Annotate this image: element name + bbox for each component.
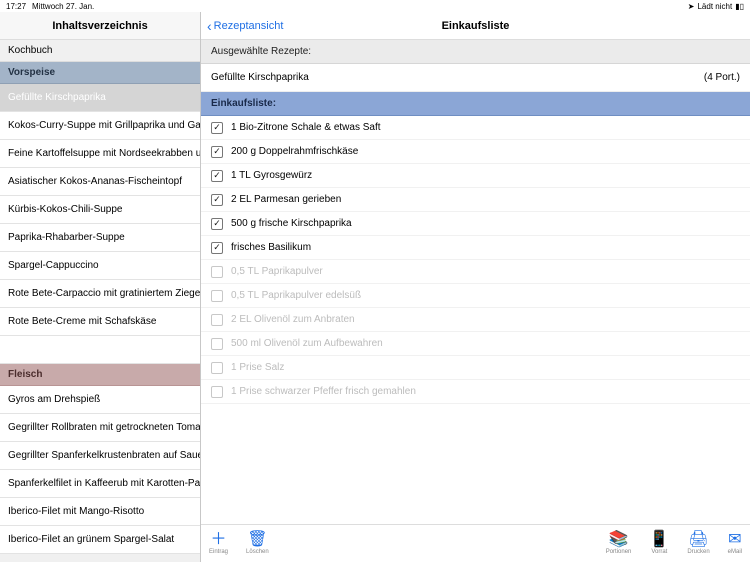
- toolbar-label: eMail: [728, 549, 742, 555]
- recipe-item[interactable]: Iberico-Filet mit Mango-Risotto: [0, 498, 200, 526]
- ingredient-row[interactable]: ✓ 1 TL Gyrosgewürz: [201, 164, 750, 188]
- ingredient-text: 500 ml Olivenöl zum Aufbewahren: [231, 338, 383, 349]
- recipe-item[interactable]: Asiatischer Kokos-Ananas-Fischeintopf: [0, 168, 200, 196]
- toolbar-label: Drucken: [687, 549, 709, 555]
- ingredient-text: 2 EL Parmesan gerieben: [231, 194, 341, 205]
- recipe-item[interactable]: Rote Bete-Carpaccio mit gratiniertem Zie…: [0, 280, 200, 308]
- plus-icon: ＋: [211, 532, 227, 548]
- printer-icon: 🖨: [688, 532, 708, 548]
- ingredient-text: frisches Basilikum: [231, 242, 311, 253]
- toolbar-label: Eintrag: [209, 549, 228, 555]
- sidebar-list: VorspeiseGefüllte KirschpaprikaKokos-Cur…: [0, 62, 200, 554]
- ingredient-text: 1 Bio-Zitrone Schale & etwas Saft: [231, 122, 381, 133]
- category-header-vorspeise[interactable]: Vorspeise: [0, 62, 200, 84]
- sidebar: Inhaltsverzeichnis Kochbuch VorspeiseGef…: [0, 12, 201, 562]
- checkbox[interactable]: [211, 266, 223, 278]
- ingredient-row[interactable]: ✓ 2 EL Parmesan gerieben: [201, 188, 750, 212]
- recipe-item[interactable]: Iberico-Filet an grünem Spargel-Salat: [0, 526, 200, 554]
- sidebar-subtitle: Kochbuch: [0, 40, 200, 62]
- back-label: Rezeptansicht: [214, 20, 284, 32]
- recipe-item[interactable]: Spargel-Cappuccino: [0, 252, 200, 280]
- phone-icon: 📱: [649, 532, 669, 548]
- shopping-list-header: Einkaufsliste:: [201, 92, 750, 116]
- toolbar: ＋Eintrag 🗑Löschen 📚Portionen 📱Vorrat 🖨Druck…: [201, 524, 750, 562]
- checkbox[interactable]: ✓: [211, 218, 223, 230]
- ingredient-text: 1 Prise schwarzer Pfeffer frisch gemahle…: [231, 386, 416, 397]
- ingredient-row[interactable]: 1 Prise Salz: [201, 356, 750, 380]
- chevron-left-icon: ‹: [207, 19, 212, 33]
- ingredient-list: ✓ 1 Bio-Zitrone Schale & etwas Saft ✓ 200 g…: [201, 116, 750, 524]
- email-button[interactable]: ✉eMail: [728, 532, 742, 555]
- recipe-item[interactable]: Spanferkelfilet in Kaffeerub mit Karotte…: [0, 470, 200, 498]
- spacer: [0, 336, 200, 364]
- selected-recipe-row[interactable]: Gefüllte Kirschpaprika (4 Port.): [201, 64, 750, 92]
- add-entry-button[interactable]: ＋Eintrag: [209, 532, 228, 555]
- ingredient-row[interactable]: 0,5 TL Paprikapulver: [201, 260, 750, 284]
- toolbar-label: Löschen: [246, 549, 269, 555]
- status-date: Mittwoch 27. Jan.: [32, 2, 94, 11]
- checkbox[interactable]: ✓: [211, 146, 223, 158]
- toolbar-label: Vorrat: [651, 549, 667, 555]
- main-panel: ‹ Rezeptansicht Einkaufsliste Ausgewählt…: [201, 12, 750, 562]
- checkbox[interactable]: ✓: [211, 194, 223, 206]
- status-loading: Lädt nicht: [697, 2, 732, 11]
- selected-recipes-header: Ausgewählte Rezepte:: [201, 40, 750, 64]
- battery-icon: ▮▯: [735, 2, 744, 11]
- checkbox[interactable]: [211, 314, 223, 326]
- supply-button[interactable]: 📱Vorrat: [649, 532, 669, 555]
- toolbar-label: Portionen: [606, 549, 632, 555]
- main-header: ‹ Rezeptansicht Einkaufsliste: [201, 12, 750, 40]
- ingredient-row[interactable]: 0,5 TL Paprikapulver edelsüß: [201, 284, 750, 308]
- recipe-item[interactable]: Gegrillter Spanferkelkrustenbraten auf S…: [0, 442, 200, 470]
- recipe-item[interactable]: Gyros am Drehspieß: [0, 386, 200, 414]
- checkbox[interactable]: ✓: [211, 170, 223, 182]
- selected-recipe-name: Gefüllte Kirschpaprika: [211, 72, 309, 83]
- ingredient-row[interactable]: 2 EL Olivenöl zum Anbraten: [201, 308, 750, 332]
- delete-button[interactable]: 🗑Löschen: [246, 532, 269, 555]
- portions-button[interactable]: 📚Portionen: [606, 532, 632, 555]
- checkbox[interactable]: [211, 290, 223, 302]
- ingredient-text: 2 EL Olivenöl zum Anbraten: [231, 314, 355, 325]
- checkbox[interactable]: [211, 362, 223, 374]
- checkbox[interactable]: [211, 386, 223, 398]
- checkbox[interactable]: ✓: [211, 242, 223, 254]
- ingredient-text: 1 TL Gyrosgewürz: [231, 170, 312, 181]
- ingredient-text: 0,5 TL Paprikapulver: [231, 266, 323, 277]
- category-header-fleisch[interactable]: Fleisch: [0, 364, 200, 386]
- sidebar-title: Inhaltsverzeichnis: [0, 12, 200, 40]
- status-bar: 17:27 Mittwoch 27. Jan. ➤ Lädt nicht ▮▯: [0, 0, 750, 12]
- status-time: 17:27: [6, 2, 26, 11]
- recipe-item[interactable]: Paprika-Rhabarber-Suppe: [0, 224, 200, 252]
- back-button[interactable]: ‹ Rezeptansicht: [201, 19, 289, 33]
- ingredient-row[interactable]: 500 ml Olivenöl zum Aufbewahren: [201, 332, 750, 356]
- ingredient-row[interactable]: 1 Prise schwarzer Pfeffer frisch gemahle…: [201, 380, 750, 404]
- recipe-item[interactable]: Gegrillter Rollbraten mit getrockneten T…: [0, 414, 200, 442]
- ingredient-row[interactable]: ✓ frisches Basilikum: [201, 236, 750, 260]
- recipe-item[interactable]: Kürbis-Kokos-Chili-Suppe: [0, 196, 200, 224]
- location-icon: ➤: [688, 2, 695, 11]
- ingredient-text: 200 g Doppelrahmfrischkäse: [231, 146, 358, 157]
- selected-recipe-portions: (4 Port.): [704, 72, 740, 83]
- ingredient-row[interactable]: ✓ 200 g Doppelrahmfrischkäse: [201, 140, 750, 164]
- books-icon: 📚: [609, 532, 629, 548]
- ingredient-text: 500 g frische Kirschpaprika: [231, 218, 352, 229]
- recipe-item[interactable]: Rote Bete-Creme mit Schafskäse: [0, 308, 200, 336]
- mail-icon: ✉: [728, 532, 741, 548]
- print-button[interactable]: 🖨Drucken: [687, 532, 709, 555]
- checkbox[interactable]: ✓: [211, 122, 223, 134]
- recipe-item[interactable]: Feine Kartoffelsuppe mit Nordseekrabben …: [0, 140, 200, 168]
- checkbox[interactable]: [211, 338, 223, 350]
- ingredient-text: 1 Prise Salz: [231, 362, 284, 373]
- recipe-item[interactable]: Gefüllte Kirschpaprika: [0, 84, 200, 112]
- trash-icon: 🗑: [247, 532, 267, 548]
- ingredient-row[interactable]: ✓ 500 g frische Kirschpaprika: [201, 212, 750, 236]
- recipe-item[interactable]: Kokos-Curry-Suppe mit Grillpaprika und G…: [0, 112, 200, 140]
- ingredient-text: 0,5 TL Paprikapulver edelsüß: [231, 290, 361, 301]
- ingredient-row[interactable]: ✓ 1 Bio-Zitrone Schale & etwas Saft: [201, 116, 750, 140]
